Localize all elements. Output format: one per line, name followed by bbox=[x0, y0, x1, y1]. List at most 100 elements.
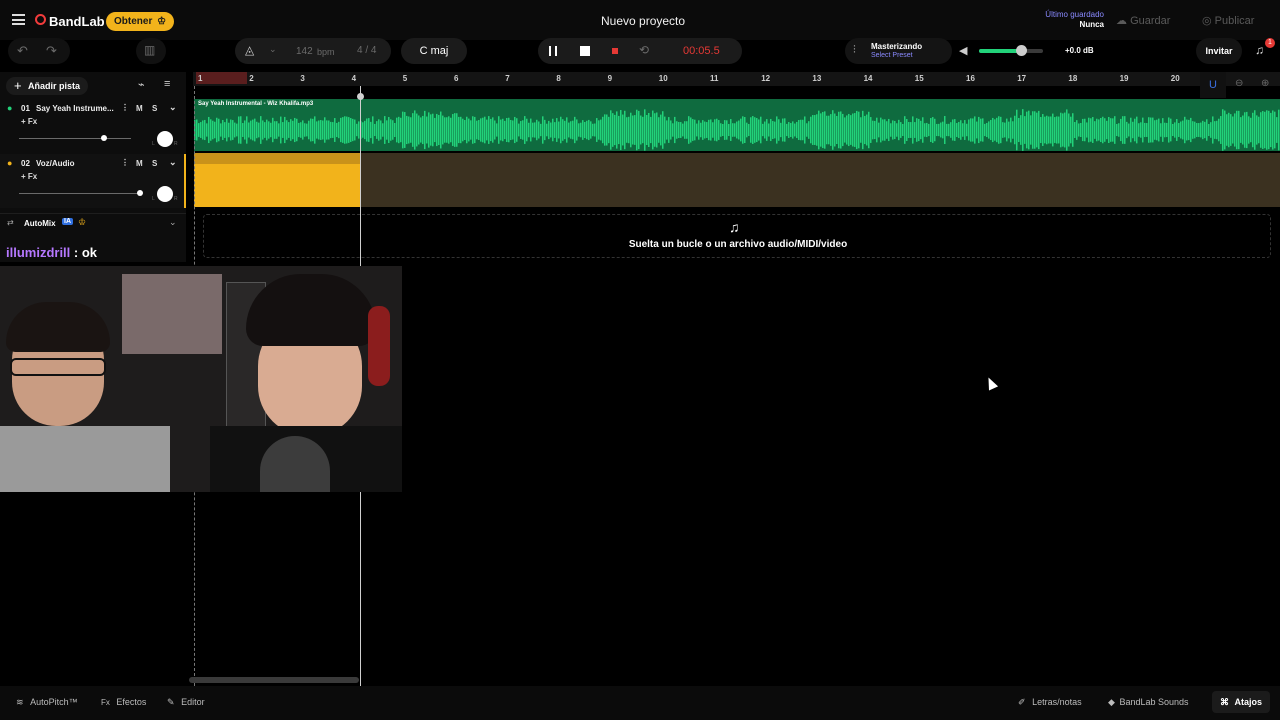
audio-clip-instrumental[interactable]: Say Yeah Instrumental - Wiz Khalifa.mp3 bbox=[194, 99, 1280, 151]
waveform-bar bbox=[534, 122, 536, 138]
track-menu-icon[interactable]: ⋮ bbox=[121, 158, 129, 167]
loop-icon[interactable]: ⟲ bbox=[639, 43, 649, 57]
tempo-value[interactable]: 142 bbox=[296, 46, 313, 57]
waveform-bar bbox=[1154, 120, 1156, 140]
drop-zone[interactable]: ♫ Suelta un bucle o un archivo audio/MID… bbox=[203, 214, 1271, 258]
automix-label: AutoMix bbox=[24, 219, 56, 228]
waveform-bar bbox=[366, 118, 368, 142]
waveform-bar bbox=[852, 113, 854, 147]
waveform-bar bbox=[864, 115, 866, 145]
master-volume-slider[interactable] bbox=[979, 45, 1043, 56]
mute-button[interactable]: M bbox=[136, 104, 143, 113]
project-title[interactable]: Nuevo proyecto bbox=[601, 14, 685, 28]
waveform-bar bbox=[1064, 112, 1066, 148]
editor-button[interactable]: ✎ Editor bbox=[167, 697, 205, 708]
fx-button[interactable]: + Fx bbox=[21, 172, 37, 181]
publish-button[interactable]: ◎ Publicar bbox=[1202, 14, 1254, 27]
mute-button[interactable]: M bbox=[136, 159, 143, 168]
pause-icon[interactable] bbox=[549, 46, 557, 56]
pan-knob[interactable] bbox=[157, 131, 173, 147]
waveform-bar bbox=[274, 121, 276, 139]
waveform-bar bbox=[1270, 112, 1272, 148]
mastering-button[interactable]: ⫶ Masterizando Select Preset bbox=[845, 38, 952, 64]
menu-icon[interactable] bbox=[12, 14, 25, 25]
waveform-bar bbox=[724, 120, 726, 140]
chevron-down-icon[interactable]: ⌄ bbox=[269, 44, 277, 55]
waveform-bar bbox=[892, 120, 894, 140]
sounds-button[interactable]: ◆ BandLab Sounds bbox=[1108, 697, 1189, 708]
track-name[interactable]: Voz/Audio bbox=[36, 159, 114, 168]
waveform-bar bbox=[898, 119, 900, 141]
waveform-bar bbox=[602, 116, 604, 144]
waveform-bar bbox=[688, 116, 690, 144]
horizontal-scrollbar[interactable] bbox=[189, 677, 359, 683]
chevron-down-icon[interactable]: ⌄ bbox=[169, 157, 177, 168]
fx-button[interactable]: + Fx bbox=[21, 117, 37, 126]
waveform-bar bbox=[1158, 118, 1160, 142]
solo-button[interactable]: S bbox=[152, 159, 157, 168]
track-row[interactable]: ● 02 Voz/Audio ⋮ M S ⌄ + Fx L R bbox=[0, 154, 186, 208]
waveform-bar bbox=[450, 117, 452, 143]
time-signature[interactable]: 4 / 4 bbox=[357, 45, 376, 56]
zoom-out-icon[interactable]: ⊖ bbox=[1235, 78, 1243, 89]
metronome-icon[interactable]: ◬ bbox=[245, 43, 254, 57]
recording-clip[interactable] bbox=[194, 153, 361, 207]
save-button[interactable]: ☁ Guardar bbox=[1116, 14, 1170, 27]
invite-button[interactable]: Invitar bbox=[1196, 38, 1242, 64]
wand-icon[interactable]: ⌁ bbox=[138, 78, 145, 91]
snap-button[interactable]: U bbox=[1200, 72, 1226, 98]
lyrics-button[interactable]: ✐ Letras/notas bbox=[1018, 697, 1082, 708]
waveform-bar bbox=[702, 120, 704, 140]
volume-handle[interactable] bbox=[1016, 45, 1027, 56]
zoom-in-icon[interactable]: ⊕ bbox=[1261, 78, 1269, 89]
track-row[interactable]: ● 01 Say Yeah Instrume... ⋮ M S ⌄ + Fx L… bbox=[0, 99, 186, 153]
loop-region[interactable] bbox=[196, 72, 247, 84]
add-track-button[interactable]: + Añadir pista bbox=[6, 77, 88, 95]
waveform-bar bbox=[1070, 116, 1072, 144]
waveform-bar bbox=[1082, 118, 1084, 142]
waveform-bar bbox=[1112, 118, 1114, 142]
autopitch-button[interactable]: ≋ AutoPitch™ bbox=[16, 697, 78, 708]
bell-icon[interactable]: ♫ bbox=[1255, 43, 1264, 57]
waveform-bar bbox=[628, 116, 630, 144]
chevron-down-icon[interactable]: ⌄ bbox=[169, 102, 177, 113]
waveform-bar bbox=[660, 114, 662, 146]
chevron-down-icon[interactable]: ⌄ bbox=[169, 217, 177, 228]
piano-button[interactable]: ▥ bbox=[136, 38, 166, 64]
track-volume-slider[interactable] bbox=[19, 138, 131, 139]
timeline-ruler[interactable]: 1 2 3 4 5 6 7 8 9 10 11 12 13 14 15 16 17 18 19 20 U ⊖ ⊕ bbox=[193, 72, 1280, 98]
pan-knob[interactable] bbox=[157, 186, 173, 202]
track-volume-slider[interactable] bbox=[19, 193, 141, 194]
waveform-bar bbox=[538, 121, 540, 139]
redo-icon[interactable]: ↷ bbox=[46, 43, 57, 59]
solo-button[interactable]: S bbox=[152, 104, 157, 113]
waveform-bar bbox=[336, 122, 338, 138]
track-menu-icon[interactable]: ⋮ bbox=[121, 103, 129, 112]
effects-button[interactable]: Fx Efectos bbox=[101, 697, 146, 707]
waveform-bar bbox=[368, 118, 370, 142]
track-name[interactable]: Say Yeah Instrume... bbox=[36, 104, 114, 113]
waveform-bar bbox=[1224, 110, 1226, 150]
speaker-icon[interactable]: ◀ bbox=[959, 44, 967, 57]
key-button[interactable]: C maj bbox=[401, 38, 467, 64]
waveform-bar bbox=[252, 119, 254, 141]
waveform-bar bbox=[616, 111, 618, 149]
get-button[interactable]: Obtener ♔ bbox=[106, 12, 175, 31]
undo-icon[interactable]: ↶ bbox=[17, 43, 28, 59]
waveform-bar bbox=[812, 115, 814, 145]
track-volume-handle[interactable] bbox=[101, 135, 107, 141]
track-volume-handle[interactable] bbox=[137, 190, 143, 196]
stop-icon[interactable] bbox=[580, 46, 590, 56]
shortcuts-button[interactable]: ⌘ Atajos bbox=[1212, 691, 1271, 713]
voice-lane[interactable] bbox=[194, 153, 1280, 207]
waveform-bar bbox=[930, 118, 932, 142]
record-icon[interactable] bbox=[612, 48, 618, 54]
playhead-handle[interactable] bbox=[357, 93, 364, 100]
waveform-bar bbox=[506, 117, 508, 143]
brand-name[interactable]: BandLab bbox=[49, 14, 105, 29]
waveform-bar bbox=[302, 120, 304, 140]
settings-icon[interactable]: ≡ bbox=[164, 78, 170, 90]
bar-number: 16 bbox=[966, 74, 975, 83]
waveform-bar bbox=[686, 121, 688, 139]
automix-row[interactable]: ⇄ AutoMix IA ♔ ⌄ bbox=[0, 213, 186, 233]
